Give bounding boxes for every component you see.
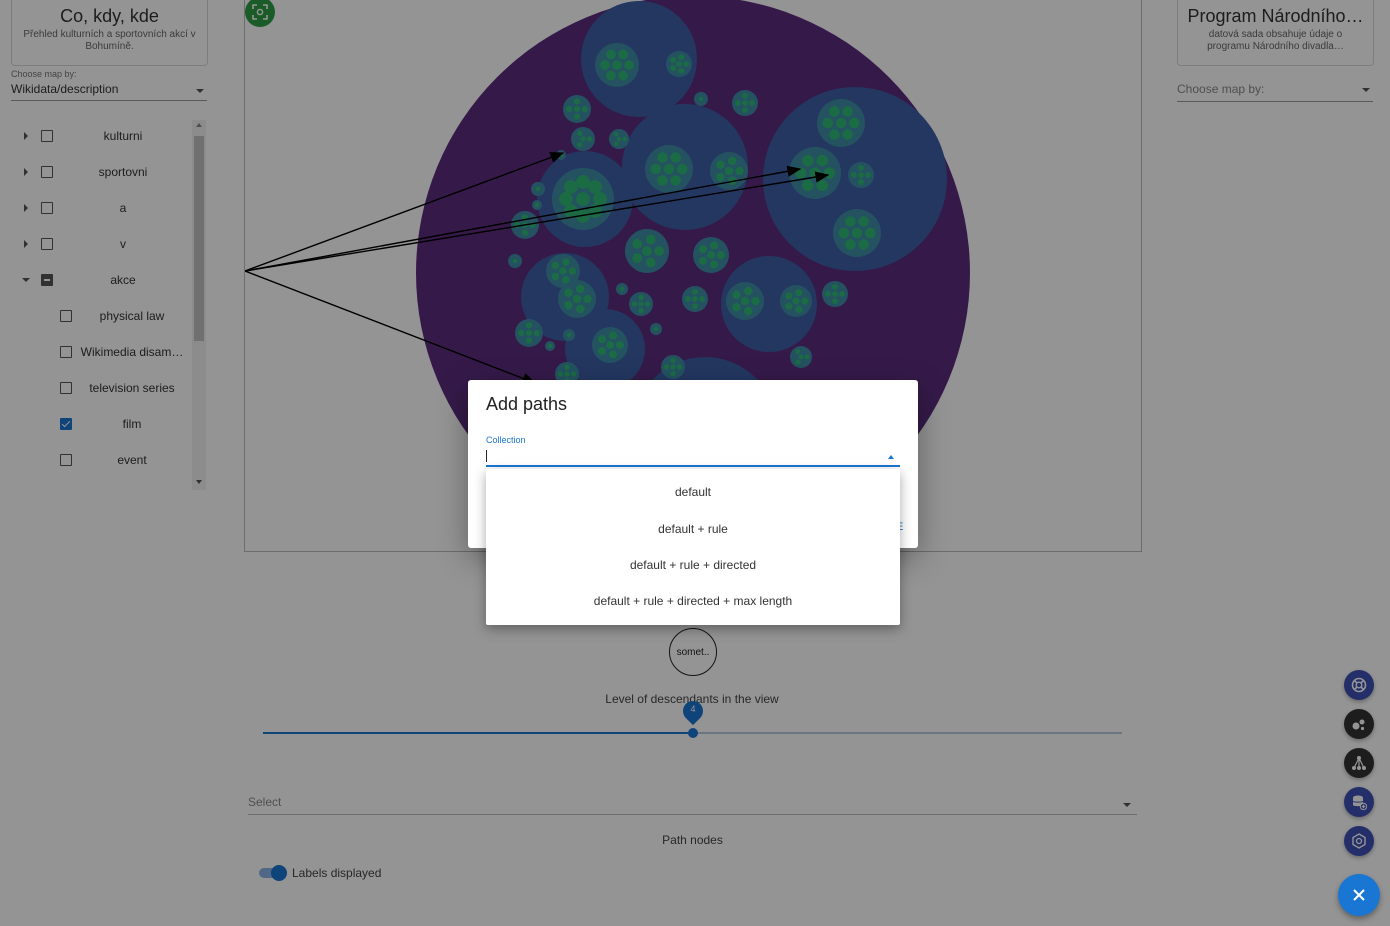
option-default[interactable]: default bbox=[486, 469, 900, 505]
dialog-title: Add paths bbox=[486, 394, 568, 414]
collection-label: Collection bbox=[486, 435, 526, 445]
collection-select[interactable]: Collection bbox=[486, 435, 900, 467]
close-icon bbox=[1353, 889, 1365, 901]
option-default-rule-directed[interactable]: default + rule + directed bbox=[486, 541, 900, 577]
option-default-rule-directed-max-length[interactable]: default + rule + directed + max length bbox=[486, 577, 900, 613]
text-cursor bbox=[486, 450, 487, 462]
fab-main-close-button[interactable] bbox=[1338, 874, 1380, 916]
collection-dropdown: default default + rule default + rule + … bbox=[486, 469, 900, 625]
chevron-up-icon bbox=[888, 455, 894, 459]
option-default-rule[interactable]: default + rule bbox=[486, 505, 900, 541]
